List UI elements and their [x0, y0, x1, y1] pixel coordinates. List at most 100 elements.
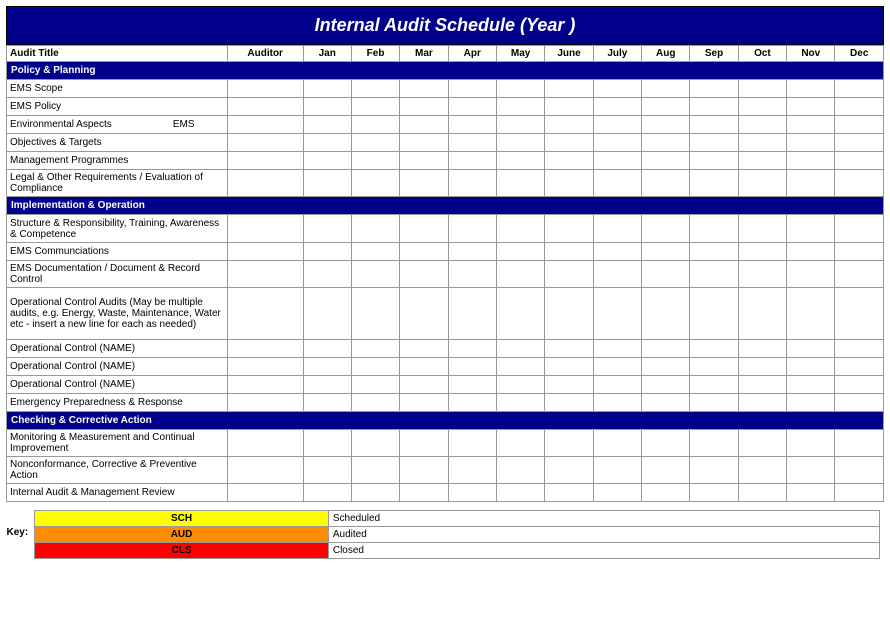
dec-ems-doc[interactable]	[835, 261, 884, 288]
nov-op-control-audits[interactable]	[787, 288, 835, 340]
dec-op-control-2[interactable]	[835, 358, 884, 376]
apr-op-control-3[interactable]	[448, 376, 496, 394]
aug-ems-scope[interactable]	[642, 80, 690, 98]
oct-structure[interactable]	[738, 215, 786, 243]
apr-op-control-1[interactable]	[448, 340, 496, 358]
apr-legal-req[interactable]	[448, 170, 496, 197]
sep-nonconformance[interactable]	[690, 457, 738, 484]
oct-env-aspects[interactable]	[738, 116, 786, 134]
feb-mgmt-prog[interactable]	[351, 152, 399, 170]
jan-op-control-1[interactable]	[303, 340, 351, 358]
feb-op-control-1[interactable]	[351, 340, 399, 358]
oct-obj-targets[interactable]	[738, 134, 786, 152]
aug-ems-policy[interactable]	[642, 98, 690, 116]
aug-structure[interactable]	[642, 215, 690, 243]
jan-nonconformance[interactable]	[303, 457, 351, 484]
mar-op-control-1[interactable]	[400, 340, 448, 358]
nov-env-aspects[interactable]	[787, 116, 835, 134]
june-op-control-audits[interactable]	[545, 288, 593, 340]
mar-legal-req[interactable]	[400, 170, 448, 197]
june-ems-scope[interactable]	[545, 80, 593, 98]
dec-internal-audit[interactable]	[835, 484, 884, 502]
oct-op-control-1[interactable]	[738, 340, 786, 358]
jan-op-control-3[interactable]	[303, 376, 351, 394]
july-env-aspects[interactable]	[593, 116, 641, 134]
aug-obj-targets[interactable]	[642, 134, 690, 152]
june-ems-comm[interactable]	[545, 243, 593, 261]
oct-op-control-3[interactable]	[738, 376, 786, 394]
dec-ems-comm[interactable]	[835, 243, 884, 261]
feb-internal-audit[interactable]	[351, 484, 399, 502]
july-structure[interactable]	[593, 215, 641, 243]
mar-op-control-audits[interactable]	[400, 288, 448, 340]
july-ems-comm[interactable]	[593, 243, 641, 261]
dec-op-control-1[interactable]	[835, 340, 884, 358]
jan-env-aspects[interactable]	[303, 116, 351, 134]
jan-legal-req[interactable]	[303, 170, 351, 197]
dec-structure[interactable]	[835, 215, 884, 243]
feb-ems-doc[interactable]	[351, 261, 399, 288]
auditor-ems-policy[interactable]	[227, 98, 303, 116]
dec-monitoring[interactable]	[835, 430, 884, 457]
feb-emergency[interactable]	[351, 394, 399, 412]
may-nonconformance[interactable]	[496, 457, 544, 484]
oct-ems-comm[interactable]	[738, 243, 786, 261]
aug-monitoring[interactable]	[642, 430, 690, 457]
july-legal-req[interactable]	[593, 170, 641, 197]
sep-legal-req[interactable]	[690, 170, 738, 197]
nov-ems-comm[interactable]	[787, 243, 835, 261]
auditor-internal-audit[interactable]	[227, 484, 303, 502]
jan-obj-targets[interactable]	[303, 134, 351, 152]
july-nonconformance[interactable]	[593, 457, 641, 484]
dec-nonconformance[interactable]	[835, 457, 884, 484]
feb-op-control-3[interactable]	[351, 376, 399, 394]
may-structure[interactable]	[496, 215, 544, 243]
sep-ems-scope[interactable]	[690, 80, 738, 98]
nov-legal-req[interactable]	[787, 170, 835, 197]
july-monitoring[interactable]	[593, 430, 641, 457]
mar-structure[interactable]	[400, 215, 448, 243]
june-op-control-3[interactable]	[545, 376, 593, 394]
auditor-ems-scope[interactable]	[227, 80, 303, 98]
sep-internal-audit[interactable]	[690, 484, 738, 502]
nov-nonconformance[interactable]	[787, 457, 835, 484]
july-op-control-1[interactable]	[593, 340, 641, 358]
july-emergency[interactable]	[593, 394, 641, 412]
sep-op-control-audits[interactable]	[690, 288, 738, 340]
feb-ems-policy[interactable]	[351, 98, 399, 116]
mar-ems-policy[interactable]	[400, 98, 448, 116]
nov-monitoring[interactable]	[787, 430, 835, 457]
auditor-nonconformance[interactable]	[227, 457, 303, 484]
july-obj-targets[interactable]	[593, 134, 641, 152]
june-ems-doc[interactable]	[545, 261, 593, 288]
sep-op-control-2[interactable]	[690, 358, 738, 376]
dec-env-aspects[interactable]	[835, 116, 884, 134]
auditor-op-control-audits[interactable]	[227, 288, 303, 340]
feb-ems-comm[interactable]	[351, 243, 399, 261]
auditor-monitoring[interactable]	[227, 430, 303, 457]
apr-ems-policy[interactable]	[448, 98, 496, 116]
jan-ems-policy[interactable]	[303, 98, 351, 116]
dec-emergency[interactable]	[835, 394, 884, 412]
may-monitoring[interactable]	[496, 430, 544, 457]
apr-op-control-audits[interactable]	[448, 288, 496, 340]
feb-legal-req[interactable]	[351, 170, 399, 197]
june-op-control-1[interactable]	[545, 340, 593, 358]
feb-ems-scope[interactable]	[351, 80, 399, 98]
apr-mgmt-prog[interactable]	[448, 152, 496, 170]
aug-op-control-2[interactable]	[642, 358, 690, 376]
may-op-control-audits[interactable]	[496, 288, 544, 340]
july-op-control-2[interactable]	[593, 358, 641, 376]
auditor-op-control-1[interactable]	[227, 340, 303, 358]
auditor-op-control-2[interactable]	[227, 358, 303, 376]
auditor-emergency[interactable]	[227, 394, 303, 412]
oct-legal-req[interactable]	[738, 170, 786, 197]
mar-nonconformance[interactable]	[400, 457, 448, 484]
july-op-control-audits[interactable]	[593, 288, 641, 340]
oct-monitoring[interactable]	[738, 430, 786, 457]
may-legal-req[interactable]	[496, 170, 544, 197]
oct-internal-audit[interactable]	[738, 484, 786, 502]
jan-structure[interactable]	[303, 215, 351, 243]
auditor-env-aspects[interactable]	[227, 116, 303, 134]
mar-ems-doc[interactable]	[400, 261, 448, 288]
